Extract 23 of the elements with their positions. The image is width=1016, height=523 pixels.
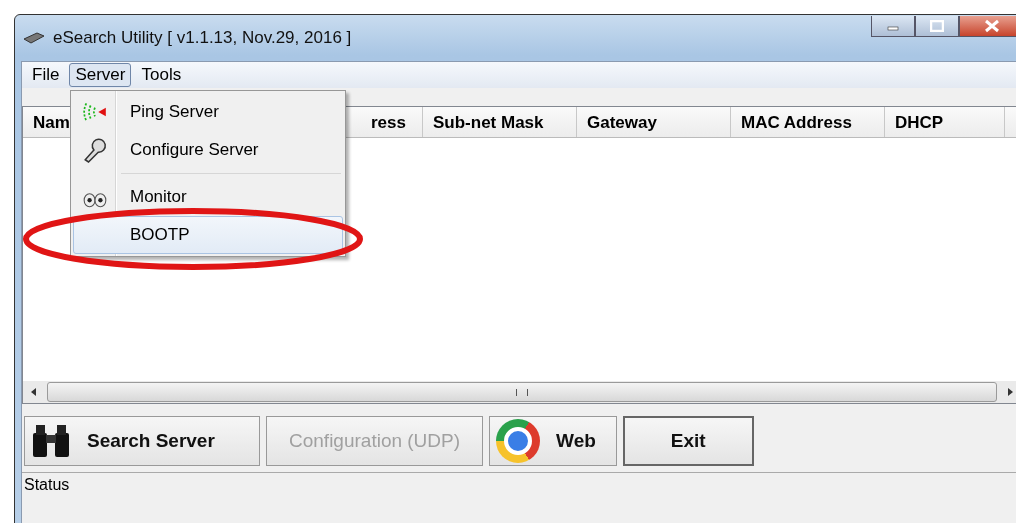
action-button[interactable]: Search Server — [24, 416, 260, 466]
close-icon — [984, 19, 1000, 33]
column-header[interactable]: Gateway — [577, 107, 731, 137]
menu-item[interactable]: Server — [69, 63, 132, 87]
binoculars-icon — [31, 423, 71, 459]
close-button[interactable] — [959, 16, 1016, 37]
menu-item[interactable]: File — [26, 63, 66, 87]
menu-item[interactable]: Tools — [135, 63, 188, 87]
column-header[interactable]: Sub-net Mask — [423, 107, 577, 137]
action-button[interactable]: Web — [489, 416, 617, 466]
column-header[interactable]: MAC Address — [731, 107, 885, 137]
maximize-icon — [930, 20, 944, 32]
minimize-button[interactable] — [871, 16, 915, 37]
wrench-icon — [82, 137, 108, 163]
status-bar: Status — [22, 472, 1016, 497]
column-header[interactable]: DHCP — [885, 107, 1005, 137]
round-logo-icon — [496, 419, 541, 463]
menu-option[interactable]: BOOTP — [73, 216, 343, 254]
window-title: eSearch Utility [ v1.1.13, Nov.29, 2016 ] — [53, 28, 352, 48]
menu-option[interactable]: Monitor — [73, 178, 343, 216]
maximize-button[interactable] — [915, 16, 959, 37]
device-icon — [23, 31, 45, 45]
action-button[interactable]: Exit — [622, 416, 754, 466]
